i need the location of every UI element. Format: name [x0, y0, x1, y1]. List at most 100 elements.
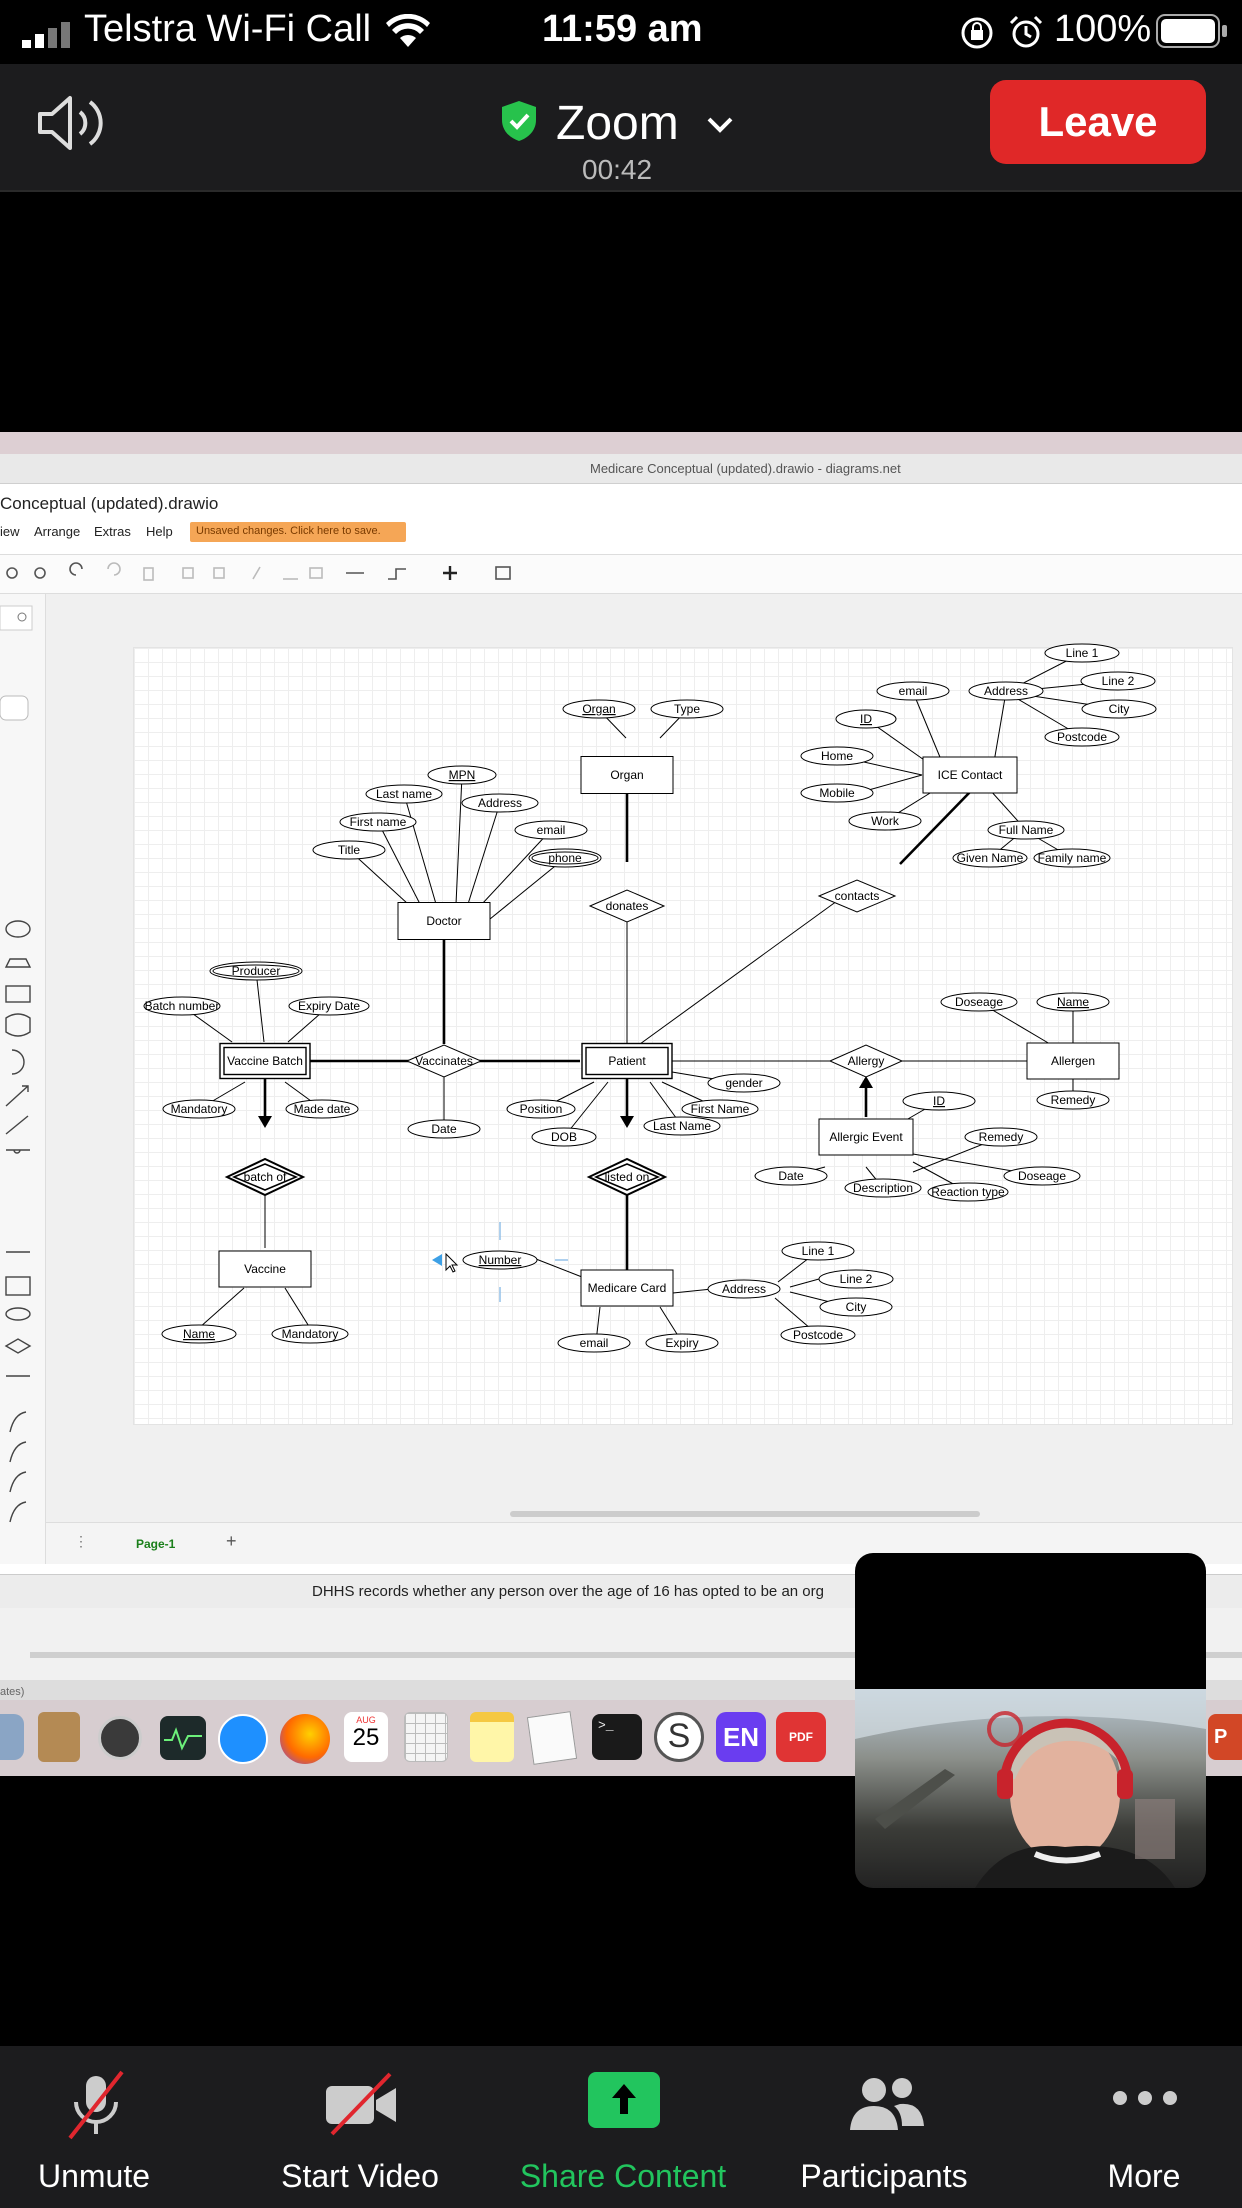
dock-powerpoint-icon[interactable]: P	[1208, 1714, 1242, 1760]
more-label: More	[1107, 2158, 1181, 2194]
dock-pdf-icon[interactable]: PDF	[776, 1712, 826, 1762]
attribute-mc-number-label: Number	[479, 1253, 522, 1267]
chevron-down-icon	[707, 117, 733, 133]
status-bar: Telstra Wi-Fi Call 11:59 am 100%	[0, 0, 1242, 64]
video-scene	[855, 1689, 1206, 1888]
attribute-ice-home-label: Home	[821, 749, 853, 763]
attribute-ice-address-label: Address	[984, 684, 1028, 698]
battery-icon	[1156, 14, 1227, 48]
attribute-pat-position-label: Position	[520, 1102, 563, 1116]
share-content-button[interactable]: Share Content	[503, 2046, 743, 2208]
attribute-mc-expiry-label: Expiry	[665, 1336, 698, 1350]
attribute-doc-lastname-label: Last name	[376, 787, 432, 801]
participants-icon	[850, 2078, 924, 2130]
more-button[interactable]: More	[1024, 2046, 1242, 2208]
unmute-button[interactable]: Unmute	[0, 2046, 214, 2208]
participants-button[interactable]: Participants	[764, 2046, 1004, 2208]
mouse-cursor-icon	[445, 1252, 459, 1273]
attribute-ice-mobile-label: Mobile	[819, 786, 855, 800]
dock-calendar-icon[interactable]: AUG 25	[344, 1712, 388, 1762]
blue-arrow-handle[interactable]	[432, 1254, 442, 1266]
attribute-ae-remedy-label: Remedy	[979, 1130, 1024, 1144]
clock: 11:59 am	[542, 8, 703, 50]
attribute-mc-line2-label: Line 2	[840, 1272, 873, 1286]
orientation-lock-icon	[961, 17, 993, 49]
participant-video[interactable]	[855, 1553, 1206, 1888]
dock-numbers-icon[interactable]	[404, 1712, 448, 1762]
attribute-pat-dob-label: DOB	[551, 1130, 577, 1144]
dock-evernote-icon[interactable]: EN	[716, 1712, 766, 1762]
relationship-contacts-label: contacts	[835, 889, 880, 903]
start-video-label: Start Video	[281, 2158, 439, 2194]
attribute-vb-mandatory-label: Mandatory	[171, 1102, 228, 1116]
attribute-ice-fullname-label: Full Name	[999, 823, 1054, 837]
attribute-al-name-label: Name	[1057, 995, 1089, 1009]
attribute-pat-gender-label: gender	[725, 1076, 762, 1090]
entity-allergen-label: Allergen	[1051, 1054, 1095, 1068]
attribute-vb-madedate-label: Made date	[294, 1102, 351, 1116]
attribute-doc-email-label: email	[537, 823, 566, 837]
cellular-signal-icon	[22, 22, 70, 48]
attribute-doc-title-label: Title	[338, 843, 361, 857]
attribute-ice-email-label: email	[899, 684, 928, 698]
attribute-doc-mpn-label: MPN	[449, 768, 476, 782]
muted-microphone-icon	[68, 2070, 124, 2140]
attribute-ice-line2-label: Line 2	[1102, 674, 1135, 688]
attribute-organ-key-label: Organ	[582, 702, 615, 716]
attribute-ae-doseage-label: Doseage	[1018, 1169, 1066, 1183]
dock-terminal-icon[interactable]: >_	[592, 1714, 642, 1760]
meeting-timer: 00:42	[582, 154, 653, 185]
dock-firefox-icon[interactable]	[280, 1714, 330, 1764]
attribute-ice-given-label: Given Name	[957, 851, 1024, 865]
start-video-button[interactable]: Start Video	[240, 2046, 480, 2208]
dock-console-icon[interactable]	[98, 1716, 142, 1760]
dock-contacts-icon[interactable]	[38, 1712, 80, 1762]
dock-activity-monitor-icon[interactable]	[160, 1716, 206, 1760]
attribute-doc-address-label: Address	[478, 796, 522, 810]
unmute-label: Unmute	[37, 2158, 151, 2194]
attribute-al-remedy-label: Remedy	[1051, 1093, 1096, 1107]
wifi-icon	[386, 14, 430, 47]
entity-vaccine-batch-label: Vaccine Batch	[227, 1054, 303, 1068]
entity-patient-label: Patient	[608, 1054, 646, 1068]
share-arrow-icon	[588, 2072, 660, 2128]
speaker-icon[interactable]	[36, 92, 112, 154]
carrier-label: Telstra Wi-Fi Call	[84, 8, 372, 50]
attribute-ice-line1-label: Line 1	[1066, 646, 1099, 660]
entity-organ-label: Organ	[610, 768, 643, 782]
shield-icon	[502, 101, 536, 141]
relationship-vaccinates-label: Vaccinates	[415, 1054, 473, 1068]
entity-allergic-event-label: Allergic Event	[829, 1130, 903, 1144]
relationship-listed-on-label: listed on	[605, 1170, 650, 1184]
attribute-doc-firstname-label: First name	[350, 815, 407, 829]
entity-doctor-label: Doctor	[426, 914, 461, 928]
attribute-vacc-date-label: Date	[431, 1122, 457, 1136]
meeting-title-button[interactable]: Zoom	[496, 90, 746, 150]
diagram-nodes[interactable]: Organ Doctor ICE Contact Vaccine Batch Patie…	[143, 643, 1157, 1353]
relationship-batch-of-label: batch of	[244, 1170, 287, 1184]
dock-notes-icon[interactable]	[470, 1712, 514, 1762]
attribute-ice-postcode-label: Postcode	[1057, 730, 1107, 744]
attribute-ice-work-label: Work	[871, 814, 900, 828]
attribute-doc-phone-label: phone	[548, 851, 582, 865]
attribute-vb-expiry-label: Expiry Date	[298, 999, 360, 1013]
attribute-vb-producer-label: Producer	[232, 964, 281, 978]
participants-label: Participants	[800, 2158, 968, 2194]
attribute-pat-lastname-label: Last Name	[653, 1119, 711, 1133]
meeting-header: Zoom 00:42 Leave	[0, 64, 1242, 192]
video-frame	[855, 1689, 1206, 1888]
battery-percent: 100%	[1054, 8, 1152, 50]
entity-vaccine-label: Vaccine	[244, 1262, 286, 1276]
attribute-vac-mandatory-label: Mandatory	[282, 1327, 339, 1341]
attribute-mc-postcode-label: Postcode	[793, 1328, 843, 1342]
dock-safari-icon[interactable]	[218, 1714, 268, 1764]
dock-textedit-icon[interactable]	[526, 1711, 578, 1765]
dock-finder-icon[interactable]	[0, 1714, 24, 1760]
dock-scrivener-icon[interactable]: S	[654, 1712, 704, 1762]
attribute-ae-id-label: ID	[933, 1094, 945, 1108]
leave-button[interactable]: Leave	[990, 80, 1206, 164]
thick-connectors	[263, 791, 971, 1277]
attribute-ae-description-label: Description	[853, 1181, 913, 1195]
alarm-icon	[1009, 15, 1043, 48]
attribute-mc-city-label: City	[846, 1300, 867, 1314]
